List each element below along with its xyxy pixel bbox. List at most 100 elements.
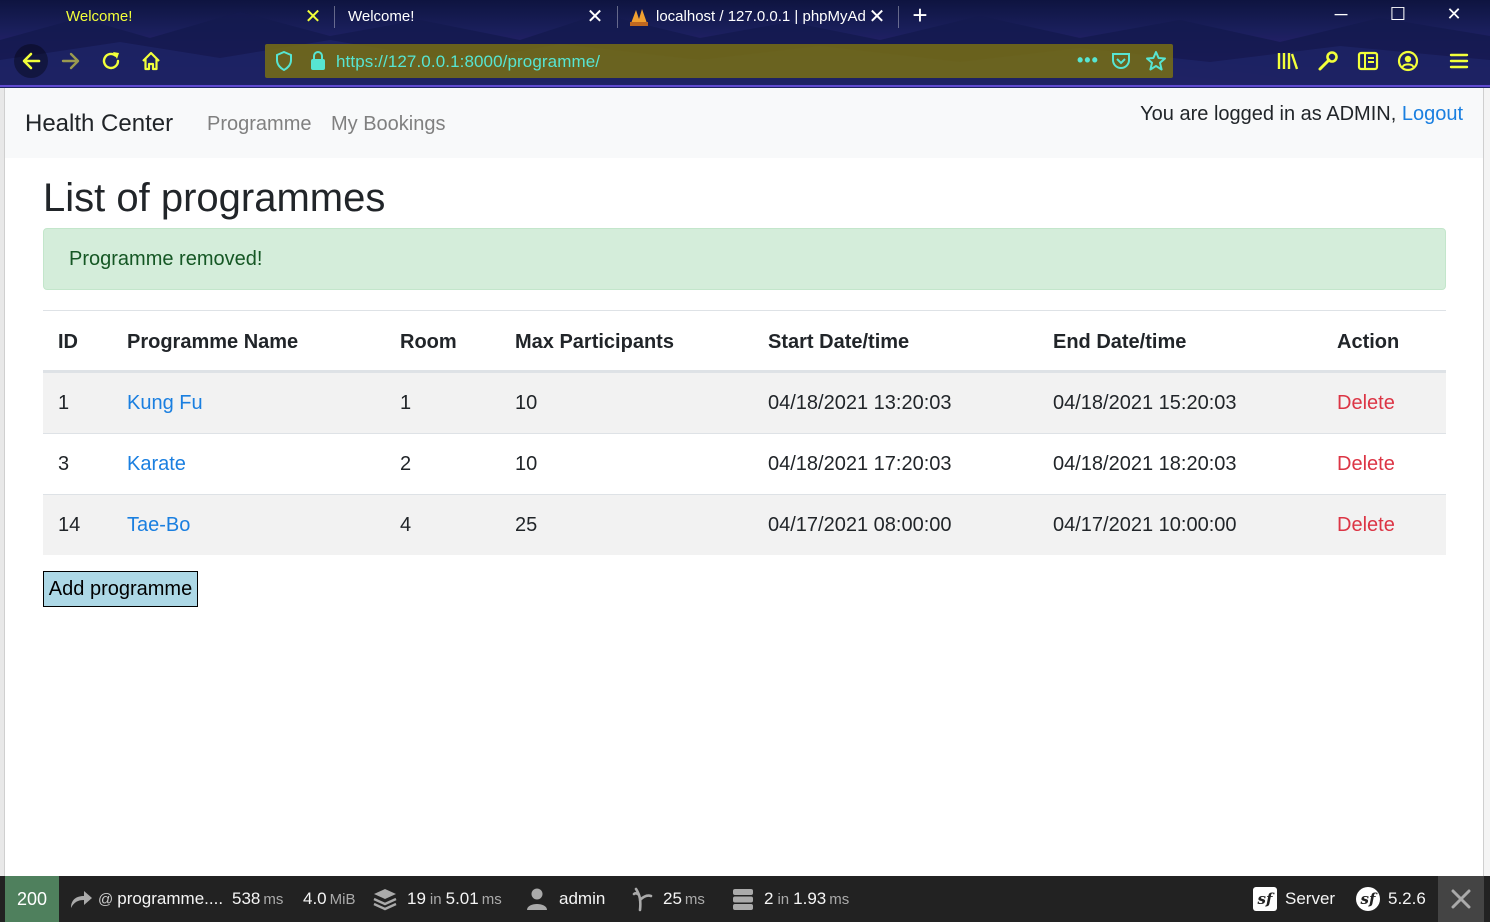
page-actions-icon[interactable]: •••: [1077, 50, 1099, 71]
templates-time: 5.01: [445, 889, 479, 908]
home-icon: [142, 51, 160, 71]
account-icon[interactable]: [1394, 47, 1422, 75]
route-name: programme....: [117, 889, 224, 908]
twig-item[interactable]: 25 ms: [632, 876, 705, 922]
site-brand[interactable]: Health Center: [25, 110, 173, 138]
layers-icon: [373, 889, 397, 911]
column-header-programme-name: Programme Name: [127, 331, 299, 353]
cell-start: 04/18/2021 13:20:03: [768, 392, 952, 414]
delete-link[interactable]: Delete: [1337, 392, 1395, 415]
db-time: 1.93: [793, 889, 827, 908]
cell-room: 4: [400, 514, 412, 536]
cell-end: 04/17/2021 10:00:00: [1053, 514, 1237, 536]
tab-separator: [334, 6, 335, 28]
symfony-version: 5.2.6: [1388, 889, 1426, 908]
column-header-max-participants: Max Participants: [515, 331, 674, 353]
new-tab-icon[interactable]: +: [906, 2, 934, 30]
shield-icon[interactable]: [275, 50, 293, 76]
url-text[interactable]: https://127.0.0.1:8000/programme/: [336, 52, 600, 72]
tab-title: Welcome!: [66, 8, 133, 25]
server-item[interactable]: sf Server: [1253, 876, 1335, 922]
nav-link-programme[interactable]: Programme: [207, 113, 311, 136]
bookmark-star-icon[interactable]: [1145, 50, 1167, 77]
column-header-start: Start Date/time: [768, 331, 910, 353]
column-header-room: Room: [400, 331, 457, 353]
redirect-arrow-icon: [71, 891, 92, 908]
close-tab-icon[interactable]: ✕: [586, 7, 604, 27]
memory-value: 4.0: [303, 889, 327, 908]
templates-in: in: [429, 890, 442, 908]
cell-id: 1: [58, 392, 70, 414]
db-queries: 2: [764, 889, 774, 908]
user-name: admin: [559, 889, 606, 908]
server-label: Server: [1285, 889, 1336, 908]
close-tab-icon[interactable]: ✕: [304, 7, 322, 27]
cell-room: 2: [400, 453, 412, 475]
close-icon: [1451, 889, 1471, 909]
cell-max: 25: [515, 514, 538, 536]
request-time: 538: [232, 889, 261, 908]
reload-button[interactable]: [95, 45, 127, 77]
library-icon[interactable]: [1274, 47, 1302, 75]
symfony-version-item[interactable]: sf 5.2.6: [1356, 876, 1426, 922]
site-navbar: Health Center Programme My Bookings You …: [5, 88, 1483, 158]
hamburger-menu-icon[interactable]: [1445, 47, 1473, 75]
close-toolbar-button[interactable]: [1438, 876, 1484, 922]
memory-unit: MiB: [329, 890, 356, 908]
symfony-server-icon: sf: [1253, 887, 1277, 911]
database-icon: [733, 889, 753, 910]
cell-id: 14: [58, 514, 81, 536]
close-window-icon[interactable]: ✕: [1440, 4, 1468, 28]
programme-link[interactable]: Tae-Bo: [127, 514, 190, 537]
wrench-icon[interactable]: [1314, 47, 1342, 75]
column-header-end: End Date/time: [1053, 331, 1187, 353]
delete-link[interactable]: Delete: [1337, 514, 1395, 537]
back-button[interactable]: [14, 44, 48, 78]
logout-link[interactable]: Logout: [1402, 103, 1463, 125]
cell-max: 10: [515, 453, 538, 475]
delete-link[interactable]: Delete: [1337, 453, 1395, 476]
memory-item[interactable]: 4.0 MiB: [303, 876, 355, 922]
reload-icon: [102, 52, 120, 70]
tab-title: Welcome!: [348, 8, 415, 25]
close-tab-icon[interactable]: ✕: [868, 7, 886, 27]
login-status: You are logged in as ADMIN, Logout: [1140, 103, 1463, 126]
database-item[interactable]: 2 in 1.93 ms: [731, 876, 849, 922]
success-alert: Programme removed!: [43, 228, 1446, 290]
lock-icon[interactable]: [310, 51, 326, 76]
column-header-id: ID: [58, 331, 78, 353]
url-bar[interactable]: https://127.0.0.1:8000/programme/ •••: [265, 44, 1173, 78]
route-item[interactable]: @ programme....: [68, 876, 223, 922]
right-scrollbar-gutter[interactable]: [1483, 88, 1490, 876]
templates-count: 19: [407, 889, 426, 908]
status-code-badge[interactable]: 200: [5, 876, 59, 922]
cell-end: 04/18/2021 15:20:03: [1053, 392, 1237, 414]
user-item[interactable]: admin: [526, 876, 605, 922]
pocket-icon[interactable]: [1111, 51, 1131, 76]
request-time-unit: ms: [263, 890, 284, 908]
forward-button[interactable]: [55, 45, 87, 77]
programme-link[interactable]: Karate: [127, 453, 186, 476]
time-item[interactable]: 538 ms: [232, 876, 283, 922]
home-button[interactable]: [135, 45, 167, 77]
tab-welcome[interactable]: Welcome! ✕: [336, 0, 616, 33]
cell-start: 04/18/2021 17:20:03: [768, 453, 952, 475]
minimize-icon[interactable]: ─: [1327, 4, 1355, 28]
reader-view-icon[interactable]: [1354, 47, 1382, 75]
cell-end: 04/18/2021 18:20:03: [1053, 453, 1237, 475]
db-in: in: [777, 890, 790, 908]
tab-title: localhost / 127.0.0.1 | phpMyAd: [656, 8, 866, 25]
login-status-text: You are logged in as ADMIN,: [1140, 103, 1397, 125]
table-row: 14 Tae-Bo 4 25 04/17/2021 08:00:00 04/17…: [43, 494, 1446, 555]
tab-separator: [898, 6, 899, 28]
maximize-icon[interactable]: ☐: [1384, 4, 1412, 28]
arrow-left-icon: [22, 52, 41, 70]
twig-time-unit: ms: [684, 890, 705, 908]
templates-item[interactable]: 19 in 5.01 ms: [372, 876, 502, 922]
column-header-action: Action: [1337, 331, 1400, 353]
nav-link-my-bookings[interactable]: My Bookings: [331, 113, 446, 136]
programme-link[interactable]: Kung Fu: [127, 392, 203, 415]
tab-phpmyadmin[interactable]: localhost / 127.0.0.1 | phpMyAd ✕: [618, 0, 898, 33]
add-programme-button[interactable]: Add programme: [43, 571, 198, 607]
tab-welcome-active[interactable]: Welcome! ✕: [54, 0, 334, 33]
